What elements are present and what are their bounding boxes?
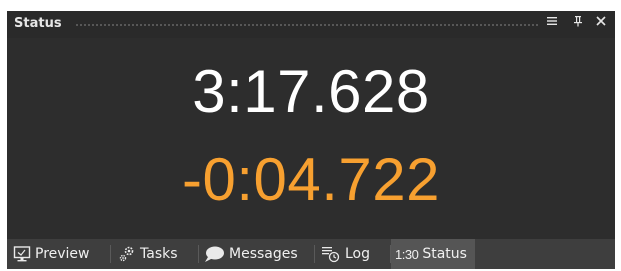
tab-label: Tasks bbox=[140, 246, 178, 262]
tab-label: Preview bbox=[35, 246, 90, 262]
log-clock-icon bbox=[322, 247, 340, 263]
menu-button[interactable] bbox=[543, 15, 561, 33]
remaining-time: -0:04.722 bbox=[181, 146, 441, 213]
drag-grip[interactable] bbox=[75, 23, 539, 28]
tab-messages[interactable]: Messages bbox=[203, 239, 315, 269]
tab-label: Log bbox=[345, 246, 371, 262]
tab-divider bbox=[198, 245, 199, 263]
tab-status-prefix: 1:30 bbox=[395, 246, 419, 262]
gears-icon bbox=[119, 246, 134, 262]
status-content: 3:17.628 -0:04.722 bbox=[7, 38, 615, 239]
speech-bubble-icon bbox=[205, 246, 224, 262]
pin-button[interactable] bbox=[569, 15, 587, 33]
tab-divider bbox=[110, 245, 111, 263]
tab-log[interactable]: Log bbox=[321, 239, 391, 269]
tab-divider bbox=[314, 245, 315, 263]
tab-tasks[interactable]: Tasks bbox=[118, 239, 199, 269]
panel-title: Status bbox=[14, 16, 62, 31]
status-panel: Status 3:17.628 -0:04.722 Preview Tasks … bbox=[7, 11, 615, 269]
tab-label: Messages bbox=[229, 246, 298, 262]
close-icon bbox=[596, 16, 606, 26]
menu-icon bbox=[547, 17, 557, 25]
elapsed-time: 3:17.628 bbox=[192, 58, 430, 125]
tab-preview[interactable]: Preview bbox=[13, 239, 111, 269]
tab-status[interactable]: 1:30 Status bbox=[391, 239, 475, 269]
close-button[interactable] bbox=[592, 15, 610, 33]
pin-icon bbox=[574, 16, 582, 27]
tab-label: Status bbox=[422, 246, 467, 262]
monitor-icon bbox=[13, 246, 31, 262]
panel-titlebar[interactable]: Status bbox=[7, 11, 615, 38]
panel-tabbar: Preview Tasks Messages Log 1:30 Status bbox=[7, 239, 615, 269]
